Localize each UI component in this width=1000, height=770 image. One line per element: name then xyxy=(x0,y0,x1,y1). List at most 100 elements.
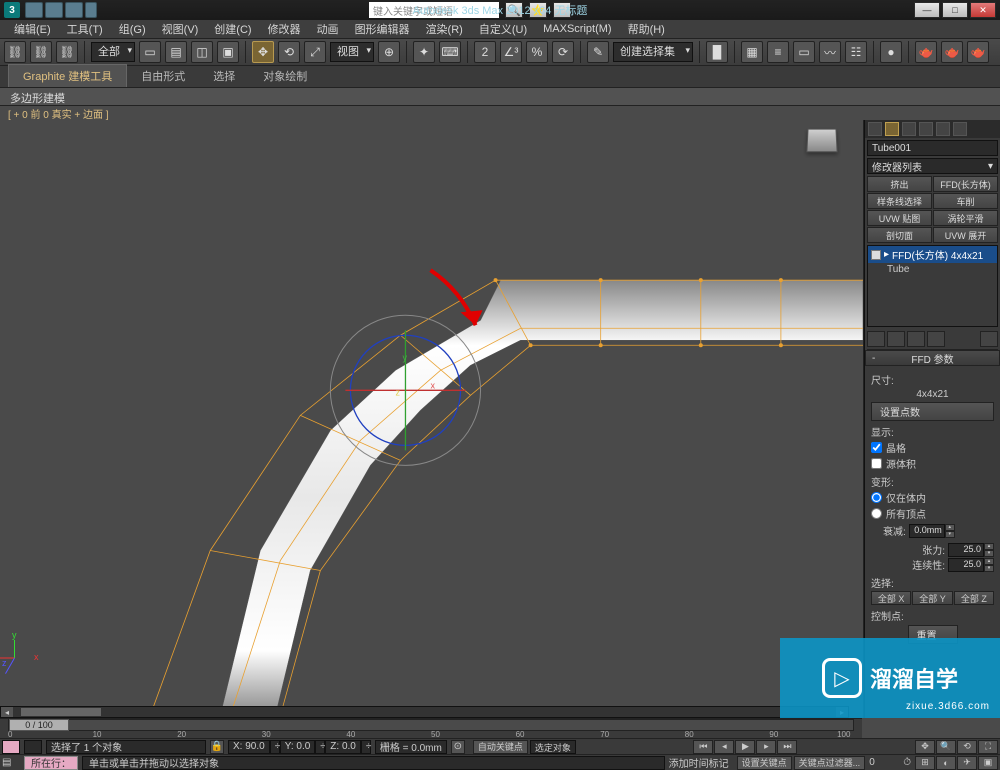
stack-item-ffd[interactable]: ▸FFD(长方体) 4x4x21 xyxy=(868,246,997,263)
mod-btn-uvwmap[interactable]: UVW 贴图 xyxy=(867,210,932,226)
modifier-stack[interactable]: ▸FFD(长方体) 4x4x21 Tube xyxy=(867,245,998,327)
configure-sets-icon[interactable] xyxy=(980,331,998,347)
ribbon-toggle-icon[interactable]: ▭ xyxy=(793,41,815,63)
keyboard-shortcut-icon[interactable]: ⌨ xyxy=(439,41,461,63)
current-frame-input[interactable]: 0 xyxy=(869,757,899,768)
material-editor-icon[interactable]: ● xyxy=(880,41,902,63)
ref-coord-dropdown[interactable]: 视图 xyxy=(330,42,374,62)
select-rotate-icon[interactable]: ⟲ xyxy=(278,41,300,63)
coord-x[interactable]: X: 90.0 xyxy=(228,740,270,754)
viewcube[interactable] xyxy=(807,128,843,158)
mod-btn-spline[interactable]: 样条线选择 xyxy=(867,193,932,209)
menu-modifiers[interactable]: 修改器 xyxy=(260,19,309,39)
tension-spinner[interactable]: 25.0▴▾ xyxy=(948,543,994,557)
make-unique-icon[interactable] xyxy=(907,331,925,347)
goto-end-icon[interactable]: ⏭ xyxy=(777,740,797,754)
close-button[interactable]: ✕ xyxy=(970,2,996,18)
tab-display-icon[interactable] xyxy=(936,122,950,136)
chk-source[interactable]: 源体积 xyxy=(871,456,994,471)
menu-render[interactable]: 渲染(R) xyxy=(418,19,471,39)
menu-customize[interactable]: 自定义(U) xyxy=(471,19,535,39)
tab-utilities-icon[interactable] xyxy=(953,122,967,136)
qat-undo-icon[interactable] xyxy=(45,2,63,18)
menu-tools[interactable]: 工具(T) xyxy=(59,19,111,39)
ribbon-panel-label[interactable]: 多边形建模 xyxy=(0,88,1000,106)
stack-item-tube[interactable]: Tube xyxy=(868,263,997,276)
viewport[interactable]: x y z y x z ◂ ▸ xyxy=(0,120,864,718)
rendered-frame-icon[interactable]: 🫖 xyxy=(941,41,963,63)
tab-motion-icon[interactable] xyxy=(919,122,933,136)
rollout-header[interactable]: FFD 参数 xyxy=(865,350,1000,366)
show-end-result-icon[interactable] xyxy=(887,331,905,347)
menu-views[interactable]: 视图(V) xyxy=(154,19,207,39)
coord-z[interactable]: Z: 0.0 xyxy=(325,740,361,754)
layers-icon[interactable]: ≡ xyxy=(767,41,789,63)
nav-max-viewport-icon[interactable]: ▣ xyxy=(978,756,998,770)
render-icon[interactable]: 🫖 xyxy=(967,41,989,63)
qat-dropdown-icon[interactable] xyxy=(85,2,97,18)
menu-maxscript[interactable]: MAXScript(M) xyxy=(535,21,619,37)
nav-maximize-icon[interactable]: ⛶ xyxy=(978,740,998,754)
viewport-hscroll[interactable]: ◂ ▸ xyxy=(0,706,849,718)
maximize-button[interactable]: □ xyxy=(942,2,968,18)
set-points-button[interactable]: 设置点数 xyxy=(871,402,994,421)
remove-modifier-icon[interactable] xyxy=(927,331,945,347)
set-key-button[interactable]: 设置关键点 xyxy=(737,756,792,770)
window-crossing-icon[interactable]: ▣ xyxy=(217,41,239,63)
snap-angle-icon[interactable]: ∠³ xyxy=(500,41,522,63)
mini-listener-icon[interactable]: ▤ xyxy=(2,757,20,768)
align-icon[interactable]: ▦ xyxy=(741,41,763,63)
time-slider-thumb[interactable]: 0 / 100 xyxy=(9,719,69,731)
mirror-icon[interactable]: ▐▌ xyxy=(706,41,728,63)
visibility-toggle-icon[interactable] xyxy=(871,250,881,260)
ribbon-tab-graphite[interactable]: Graphite 建模工具 xyxy=(8,64,127,87)
nav-zoom-extents-icon[interactable]: ⊞ xyxy=(915,756,935,770)
time-slider[interactable]: 0 / 100 0 10 20 30 40 50 60 70 80 90 100 xyxy=(0,718,862,738)
qat-redo-icon[interactable] xyxy=(65,2,83,18)
mod-btn-turbosmooth[interactable]: 涡轮平滑 xyxy=(933,210,998,226)
unlink-icon[interactable]: ⛓ xyxy=(30,41,52,63)
curve-editor-icon[interactable]: 〰 xyxy=(819,41,841,63)
key-target-dropdown[interactable]: 选定对象 xyxy=(530,740,576,754)
spinner-snap-icon[interactable]: ⟳ xyxy=(552,41,574,63)
play-icon[interactable]: ▶ xyxy=(735,740,755,754)
select-region-icon[interactable]: ◫ xyxy=(191,41,213,63)
bind-space-warp-icon[interactable]: ⛓ xyxy=(56,41,78,63)
object-name-input[interactable]: Tube001 xyxy=(867,140,998,156)
link-icon[interactable]: ⛓ xyxy=(4,41,26,63)
time-config-icon[interactable]: ⏱ xyxy=(903,757,911,768)
viewport-label[interactable]: [ + 0 前 0 真实 + 边面 ] xyxy=(0,106,1000,120)
script-listener-icon[interactable] xyxy=(2,740,20,754)
nav-orbit-icon[interactable]: ⟲ xyxy=(957,740,977,754)
selection-lock-icon[interactable]: 🔒 xyxy=(210,740,224,754)
ribbon-tab-paint[interactable]: 对象绘制 xyxy=(249,65,321,87)
scroll-thumb[interactable] xyxy=(21,708,101,716)
coord-y[interactable]: Y: 0.0 xyxy=(280,740,316,754)
app-logo-icon[interactable]: 3 xyxy=(4,2,20,18)
next-frame-icon[interactable]: ▸ xyxy=(756,740,776,754)
render-setup-icon[interactable]: 🫖 xyxy=(915,41,937,63)
nav-walk-icon[interactable]: ✈ xyxy=(957,756,977,770)
select-icon[interactable]: ▭ xyxy=(139,41,161,63)
minimize-button[interactable]: — xyxy=(914,2,940,18)
mod-btn-slice[interactable]: 剖切面 xyxy=(867,227,932,243)
add-time-tag-button[interactable]: 添加时间标记 xyxy=(669,755,729,770)
rad-inside[interactable]: 仅在体内 xyxy=(871,490,994,505)
mod-btn-ffdbox[interactable]: FFD(长方体) xyxy=(933,176,998,192)
select-by-name-icon[interactable]: ▤ xyxy=(165,41,187,63)
mod-btn-unwrap[interactable]: UVW 展开 xyxy=(933,227,998,243)
sel-all-y-button[interactable]: 全部 Y xyxy=(912,591,952,605)
key-filters-button[interactable]: 关键点过滤器... xyxy=(794,756,866,770)
menu-group[interactable]: 组(G) xyxy=(111,19,154,39)
manipulate-icon[interactable]: ✦ xyxy=(413,41,435,63)
menu-create[interactable]: 创建(C) xyxy=(206,19,259,39)
edit-named-sel-icon[interactable]: ✎ xyxy=(587,41,609,63)
snap-2d-icon[interactable]: 2 xyxy=(474,41,496,63)
menu-animation[interactable]: 动画 xyxy=(309,19,347,39)
nav-zoom-icon[interactable]: 🔍 xyxy=(936,740,956,754)
menu-help[interactable]: 帮助(H) xyxy=(620,19,673,39)
snap-percent-icon[interactable]: % xyxy=(526,41,548,63)
menu-edit[interactable]: 编辑(E) xyxy=(6,19,59,39)
nav-fov-icon[interactable]: ◐ xyxy=(936,756,956,770)
schematic-icon[interactable]: ☷ xyxy=(845,41,867,63)
